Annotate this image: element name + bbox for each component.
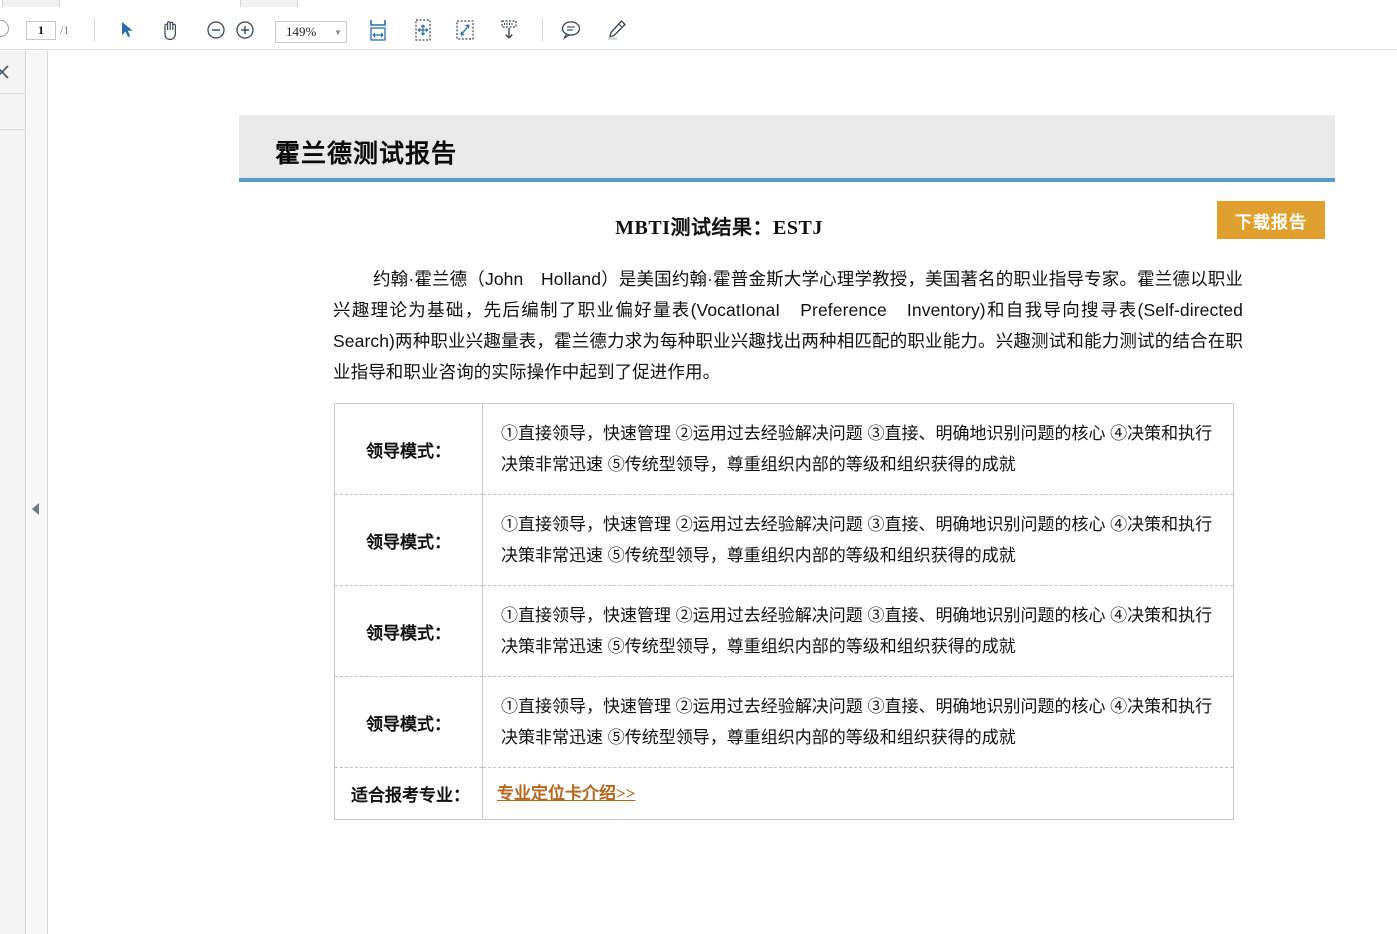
row-content: ①直接领导，快速管理 ②运用过去经验解决问题 ③直接、明确地识别问题的核心 ④决… bbox=[501, 424, 1213, 474]
document-page: 霍兰德测试报告 MBTI测试结果：ESTJ 下载报告 约翰·霍兰德（John H… bbox=[49, 51, 1397, 934]
tab-stub-2[interactable] bbox=[240, 0, 298, 7]
panel-divider-1 bbox=[0, 93, 26, 94]
row-label: 领导模式： bbox=[334, 403, 483, 495]
browser-tab-strip bbox=[0, 0, 1397, 7]
select-cursor-icon[interactable] bbox=[115, 17, 141, 43]
tab-stub-1[interactable] bbox=[2, 0, 60, 7]
table-row: 领导模式： ①直接领导，快速管理 ②运用过去经验解决问题 ③直接、明确地识别问题… bbox=[334, 403, 1234, 495]
download-report-button[interactable]: 下载报告 bbox=[1217, 201, 1325, 239]
snapshot-download-icon[interactable] bbox=[496, 17, 522, 43]
row-content: ①直接领导，快速管理 ②运用过去经验解决问题 ③直接、明确地识别问题的核心 ④决… bbox=[501, 515, 1213, 565]
zoom-in-icon[interactable] bbox=[232, 17, 258, 43]
page-title: 霍兰德测试报告 bbox=[275, 141, 458, 168]
zoom-level-value: 149% bbox=[286, 24, 317, 39]
collapse-panel-arrow[interactable] bbox=[32, 503, 39, 515]
row-content: ①直接领导，快速管理 ②运用过去经验解决问题 ③直接、明确地识别问题的核心 ④决… bbox=[501, 606, 1213, 656]
zoom-to-selection-icon[interactable] bbox=[452, 17, 478, 43]
zoom-out-icon[interactable] bbox=[203, 17, 229, 43]
zoom-level-dropdown[interactable]: 149% ▼ bbox=[275, 21, 347, 43]
comment-bubble-icon[interactable] bbox=[558, 17, 584, 43]
fit-width-icon[interactable] bbox=[365, 17, 391, 43]
row-content: ①直接领导，快速管理 ②运用过去经验解决问题 ③直接、明确地识别问题的核心 ④决… bbox=[501, 697, 1213, 747]
result-table: 领导模式： ①直接领导，快速管理 ②运用过去经验解决问题 ③直接、明确地识别问题… bbox=[334, 403, 1234, 820]
back-circle-icon[interactable] bbox=[0, 20, 9, 37]
pdf-toolbar: /1 bbox=[0, 7, 1397, 50]
panel-gutter bbox=[27, 51, 48, 934]
majors-label: 适合报考专业： bbox=[334, 767, 483, 820]
side-panel bbox=[0, 51, 26, 934]
page-number-input[interactable] bbox=[26, 21, 56, 40]
result-table-body: 领导模式： ①直接领导，快速管理 ②运用过去经验解决问题 ③直接、明确地识别问题… bbox=[334, 403, 1234, 820]
row-label: 领导模式： bbox=[334, 494, 483, 586]
table-row-majors: 适合报考专业： 专业定位卡介绍>> bbox=[334, 767, 1234, 820]
pdf-viewer-window: /1 bbox=[0, 0, 1397, 934]
toolbar-separator-2 bbox=[542, 19, 543, 41]
panel-divider-2 bbox=[0, 129, 26, 130]
toolbar-separator-1 bbox=[94, 19, 95, 41]
chevron-down-icon: ▼ bbox=[334, 27, 342, 37]
majors-content: 专业定位卡介绍>> bbox=[483, 768, 1234, 820]
close-icon[interactable] bbox=[0, 63, 11, 81]
fit-page-icon[interactable] bbox=[410, 17, 436, 43]
table-row: 领导模式： ①直接领导，快速管理 ②运用过去经验解决问题 ③直接、明确地识别问题… bbox=[334, 585, 1234, 677]
table-row: 领导模式： ①直接领导，快速管理 ②运用过去经验解决问题 ③直接、明确地识别问题… bbox=[334, 494, 1234, 586]
row-label: 领导模式： bbox=[334, 676, 483, 768]
highlighter-pen-icon[interactable] bbox=[603, 17, 629, 43]
intro-paragraph: 约翰·霍兰德（John Holland）是美国约翰·霍普金斯大学心理学教授，美国… bbox=[333, 269, 1261, 382]
row-label: 领导模式： bbox=[334, 585, 483, 677]
major-positioning-card-link[interactable]: 专业定位卡介绍>> bbox=[497, 784, 635, 803]
mbti-result-line: MBTI测试结果：ESTJ bbox=[615, 217, 823, 239]
table-row: 领导模式： ①直接领导，快速管理 ②运用过去经验解决问题 ③直接、明确地识别问题… bbox=[334, 676, 1234, 768]
page-total-label: /1 bbox=[60, 23, 70, 37]
hand-tool-icon[interactable] bbox=[157, 17, 183, 43]
report-header-band: 霍兰德测试报告 bbox=[239, 115, 1335, 182]
